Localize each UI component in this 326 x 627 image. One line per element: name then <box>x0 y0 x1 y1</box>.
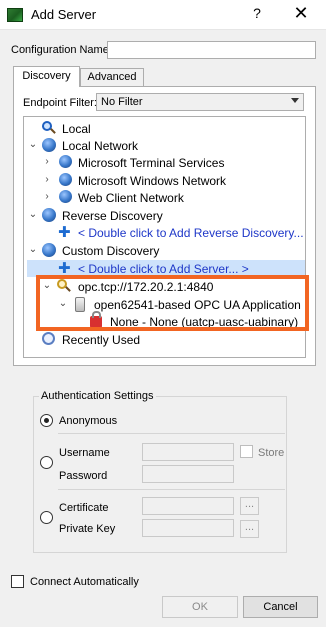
store-label: Store <box>258 447 285 459</box>
tab-advanced[interactable]: Advanced <box>80 68 144 86</box>
username-field[interactable] <box>142 443 234 461</box>
tree-item-custom-discovery[interactable]: ⌄ Custom Discovery <box>28 242 248 259</box>
certificate-radio[interactable] <box>40 511 53 524</box>
configuration-name-label: Configuration Name <box>11 44 109 56</box>
tree-item-label: None - None (uatcp-uasc-uabinary) <box>110 315 299 329</box>
tree-item-label: Recently Used <box>62 333 141 347</box>
tree-item-label: Custom Discovery <box>62 244 160 258</box>
globe-icon <box>42 208 56 222</box>
clock-icon <box>42 332 55 345</box>
store-checkbox[interactable] <box>240 445 253 458</box>
help-button[interactable]: ? <box>249 5 265 25</box>
tree-item-label: Local <box>62 122 91 136</box>
chevron-down-icon[interactable]: ⌄ <box>28 209 38 220</box>
globe-icon <box>59 190 72 203</box>
username-radio[interactable] <box>40 456 53 469</box>
tree-item-label: opc.tcp://172.20.2.1:4840 <box>78 280 214 294</box>
tree-item-label: < Double click to Add Reverse Discovery.… <box>78 226 304 240</box>
username-label: Username <box>59 447 110 459</box>
anonymous-radio[interactable] <box>40 414 53 427</box>
search-icon <box>57 279 71 293</box>
tree-item-add-server[interactable]: ✚ < Double click to Add Server... > <box>58 260 306 277</box>
tree-item-label: Microsoft Windows Network <box>78 174 227 188</box>
endpoint-filter-value: No Filter <box>101 96 143 108</box>
tree-item-microsoft-windows-network[interactable]: › Microsoft Windows Network <box>42 172 292 189</box>
globe-icon <box>59 155 72 168</box>
tree-item-label: Microsoft Terminal Services <box>78 156 225 170</box>
tree-item-server-url[interactable]: ⌄ opc.tcp://172.20.2.1:4840 <box>42 278 282 295</box>
cancel-button[interactable]: Cancel <box>243 596 318 618</box>
private-key-label: Private Key <box>59 523 116 535</box>
tree-item-web-client-network[interactable]: › Web Client Network <box>42 189 292 206</box>
divider <box>58 433 285 434</box>
app-icon <box>7 8 23 22</box>
chevron-down-icon <box>291 98 299 103</box>
tree-item-label: Web Client Network <box>78 191 184 205</box>
chevron-right-icon[interactable]: › <box>42 174 52 185</box>
connect-automatically-label: Connect Automatically <box>30 576 139 588</box>
window-title: Add Server <box>31 7 97 22</box>
close-button[interactable]: ✕ <box>291 3 311 25</box>
chevron-down-icon[interactable]: ⌄ <box>28 139 38 150</box>
endpoint-filter-label: Endpoint Filter: <box>23 97 97 109</box>
tree-item-local-network[interactable]: ⌄ Local Network <box>28 137 248 154</box>
plus-icon: ✚ <box>58 224 71 241</box>
certificate-field[interactable] <box>142 497 234 515</box>
tree-item-label: open62541-based OPC UA Application <box>94 298 301 312</box>
tree-item-microsoft-terminal-services[interactable]: › Microsoft Terminal Services <box>42 154 292 171</box>
tree-item-label: Reverse Discovery <box>62 209 163 223</box>
globe-icon <box>42 243 56 257</box>
tree-item-label: Local Network <box>62 139 139 153</box>
endpoint-filter-select[interactable]: No Filter <box>96 93 304 111</box>
ok-button[interactable]: OK <box>162 596 238 618</box>
globe-icon <box>42 138 56 152</box>
tab-discovery[interactable]: Discovery <box>13 66 80 87</box>
divider <box>58 489 285 490</box>
chevron-down-icon[interactable]: ⌄ <box>42 280 52 291</box>
search-icon <box>42 121 56 135</box>
server-icon <box>75 297 85 312</box>
globe-icon <box>59 173 72 186</box>
tree-item-reverse-discovery[interactable]: ⌄ Reverse Discovery <box>28 207 248 224</box>
password-label: Password <box>59 470 108 482</box>
chevron-right-icon[interactable]: › <box>42 156 52 167</box>
certificate-label: Certificate <box>59 502 109 514</box>
tree-item-label: < Double click to Add Server... > <box>78 262 249 276</box>
tree-item-add-reverse-discovery[interactable]: ✚ < Double click to Add Reverse Discover… <box>58 224 306 241</box>
configuration-name-input[interactable] <box>107 41 316 59</box>
chevron-down-icon[interactable]: ⌄ <box>58 298 68 309</box>
chevron-down-icon[interactable]: ⌄ <box>28 244 38 255</box>
chevron-right-icon[interactable]: › <box>42 191 52 202</box>
certificate-browse-button[interactable]: ... <box>240 497 259 515</box>
private-key-field[interactable] <box>142 519 234 537</box>
tree-item-local[interactable]: Local <box>42 120 242 137</box>
connect-automatically-checkbox[interactable] <box>11 575 24 588</box>
anonymous-label: Anonymous <box>59 415 118 427</box>
authentication-settings-title: Authentication Settings <box>39 390 156 402</box>
password-field[interactable] <box>142 465 234 483</box>
title-bar: Add Server ? ✕ <box>0 0 326 30</box>
plus-icon: ✚ <box>58 260 71 277</box>
tree-item-recently-used[interactable]: Recently Used <box>42 331 242 348</box>
lock-icon <box>90 311 102 328</box>
tree-item-endpoint[interactable]: None - None (uatcp-uasc-uabinary) <box>90 311 308 330</box>
private-key-browse-button[interactable]: ... <box>240 520 259 538</box>
